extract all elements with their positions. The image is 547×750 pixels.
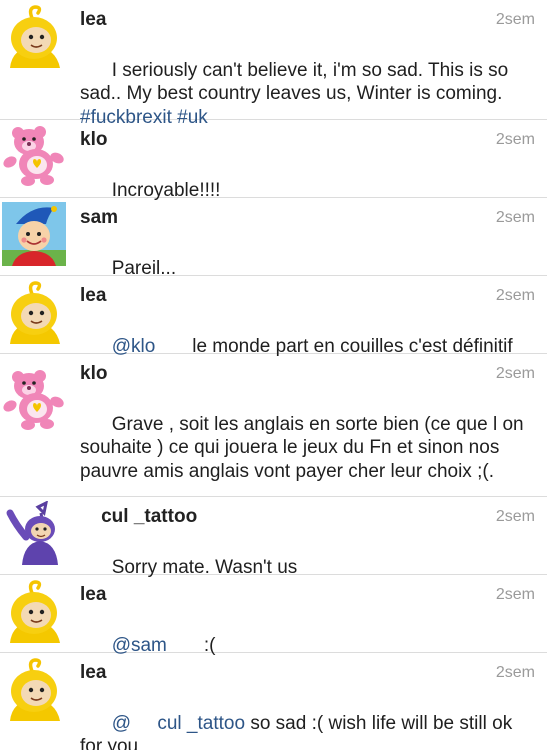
care-bear-avatar[interactable] xyxy=(2,124,66,188)
comment-text-part: Grave , soit les anglais en sorte bien (… xyxy=(80,413,529,482)
comment-item: lea 2sem @sam :( xyxy=(0,575,547,656)
comment-timestamp: 2sem xyxy=(495,508,535,525)
comment-item: cul _tattoo 2sem Sorry mate. Wasn't us xyxy=(0,497,547,578)
comment-timestamp: 2sem xyxy=(495,209,535,226)
laa-laa-avatar[interactable] xyxy=(2,579,66,643)
laa-laa-avatar[interactable] xyxy=(2,657,66,721)
comment-thread: lea 2sem I seriously can't believe it, i… xyxy=(0,0,547,750)
comment-username[interactable]: cul _tattoo xyxy=(80,506,197,528)
comment-timestamp: 2sem xyxy=(495,664,535,681)
comment-item: klo 2sem Grave , soit les anglais en sor… xyxy=(0,354,547,497)
comment-item: lea 2sem @ cul _tattoo so sad :( wish li… xyxy=(0,653,547,750)
comment-text-part: I seriously can't believe it, i'm so sad… xyxy=(80,59,514,105)
comment-timestamp: 2sem xyxy=(495,586,535,603)
comment-item: lea 2sem @klo le monde part en couilles … xyxy=(0,276,547,357)
comment-timestamp: 2sem xyxy=(495,287,535,304)
comment-username[interactable]: klo xyxy=(80,363,107,385)
comment-timestamp: 2sem xyxy=(495,11,535,28)
comment-item: klo 2sem Incroyable!!!! xyxy=(0,120,547,201)
comment-item: lea 2sem I seriously can't believe it, i… xyxy=(0,0,547,128)
comment-username[interactable]: lea xyxy=(80,285,106,307)
comment-username[interactable]: lea xyxy=(80,662,106,684)
noddy-avatar[interactable] xyxy=(2,202,66,266)
comment-username[interactable]: sam xyxy=(80,207,118,229)
comment-timestamp: 2sem xyxy=(495,131,535,148)
comment-text: @ cul _tattoo so sad :( wish life will b… xyxy=(80,688,533,750)
comment-username[interactable]: klo xyxy=(80,129,107,151)
laa-laa-avatar[interactable] xyxy=(2,4,66,68)
mention-link[interactable]: @ cul _tattoo xyxy=(112,713,245,734)
laa-laa-avatar[interactable] xyxy=(2,280,66,344)
care-bear-avatar[interactable] xyxy=(2,368,66,432)
comment-item: sam 2sem Pareil... xyxy=(0,198,547,279)
tinky-winky-avatar[interactable] xyxy=(2,501,66,565)
comment-timestamp: 2sem xyxy=(495,365,535,382)
comment-username[interactable]: lea xyxy=(80,9,106,31)
comment-username[interactable]: lea xyxy=(80,584,106,606)
comment-text: Grave , soit les anglais en sorte bien (… xyxy=(80,389,533,507)
